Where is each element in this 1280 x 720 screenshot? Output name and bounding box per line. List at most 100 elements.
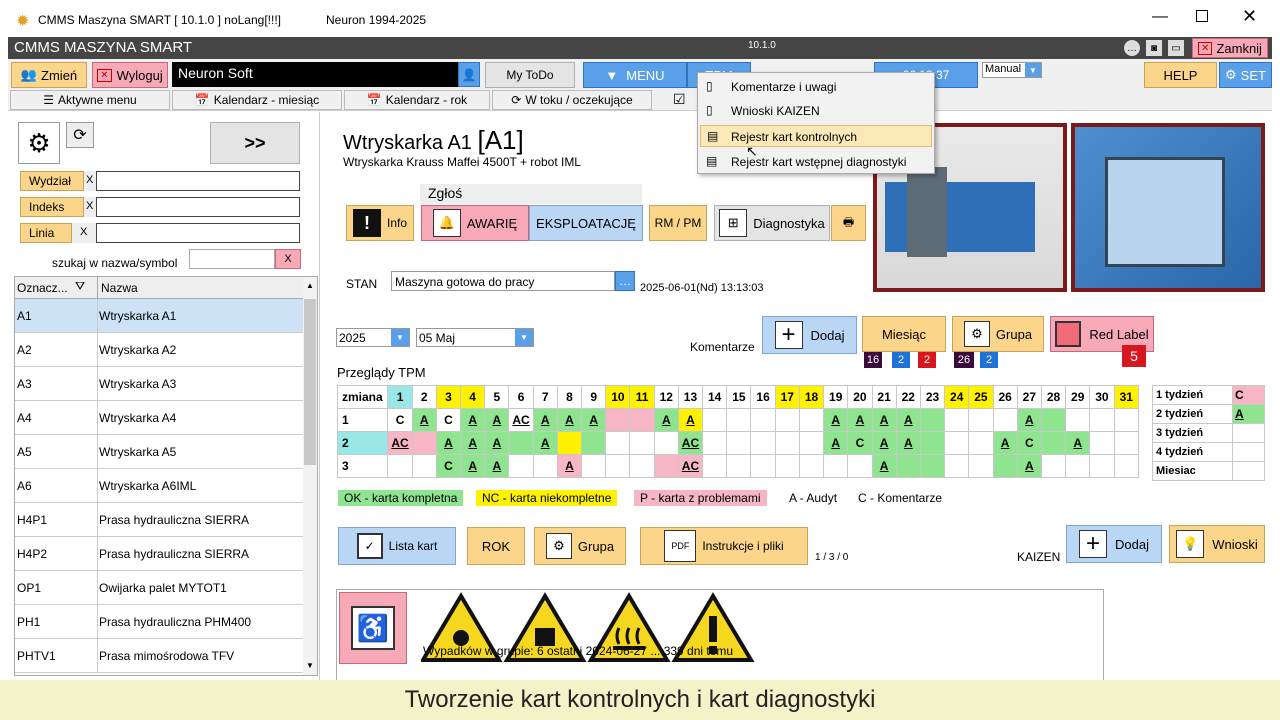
search-input[interactable] — [189, 249, 275, 269]
index-button[interactable]: Indeks — [20, 197, 84, 217]
division-button[interactable]: Wydział — [20, 171, 84, 191]
tpm-cell[interactable] — [726, 454, 752, 478]
list-item[interactable]: A5 Wtryskarka A5 — [15, 435, 303, 469]
tpm-cell[interactable] — [726, 408, 752, 432]
tpm-cell[interactable] — [1089, 454, 1115, 478]
week-value[interactable] — [1232, 423, 1265, 443]
accident-button[interactable]: ♿ — [339, 592, 407, 664]
tpm-cell[interactable]: A — [532, 431, 558, 455]
expand-button[interactable]: >> — [210, 122, 300, 164]
tpm-cell[interactable]: C — [387, 408, 413, 432]
tpm-cell[interactable] — [508, 454, 534, 478]
tpm-cell[interactable]: C — [435, 454, 462, 478]
tpm-cell[interactable]: A — [556, 454, 583, 478]
diagnostics-button[interactable]: ⊞ Diagnostyka — [714, 205, 830, 241]
tpm-cell[interactable]: AC — [677, 431, 704, 455]
proposals-button[interactable]: 💡 Wnioski — [1169, 525, 1265, 563]
tpm-cell[interactable] — [750, 454, 776, 478]
add-kaizen-button[interactable]: + Dodaj — [1066, 525, 1162, 563]
tpm-cell[interactable] — [508, 431, 534, 455]
tpm-cell[interactable]: A — [895, 408, 921, 432]
tpm-cell[interactable] — [968, 431, 994, 455]
bottom-group-button[interactable]: ⚙ Grupa — [534, 527, 626, 565]
tpm-cell[interactable] — [702, 408, 728, 432]
tpm-cell[interactable]: A — [1016, 454, 1042, 478]
week-value[interactable]: C — [1232, 385, 1265, 405]
tpm-cell[interactable] — [581, 431, 607, 455]
help-button[interactable]: HELP — [1144, 62, 1217, 88]
tpm-cell[interactable] — [653, 431, 679, 455]
change-user-button[interactable]: 👥 Zmień — [11, 62, 87, 88]
tpm-cell[interactable]: A — [847, 408, 873, 432]
tpm-cell[interactable]: A — [992, 431, 1018, 455]
tpm-cell[interactable]: AC — [677, 454, 704, 478]
menu-item-comments[interactable]: ▯ Komentarze i uwagi — [700, 75, 932, 97]
tpm-cell[interactable] — [1113, 454, 1140, 478]
tpm-cell[interactable] — [556, 431, 583, 455]
menu-item-kaizen[interactable]: ▯ Wnioski KAIZEN — [700, 99, 932, 121]
tpm-cell[interactable] — [1040, 431, 1067, 455]
tpm-cell[interactable]: A — [823, 408, 849, 432]
list-item[interactable]: A1 Wtryskarka A1 — [15, 299, 303, 333]
month-button[interactable]: Miesiąc — [862, 316, 946, 352]
mytodo-button[interactable]: My ToDo — [485, 62, 575, 88]
tpm-cell[interactable]: A — [532, 408, 558, 432]
tpm-cell[interactable] — [605, 408, 631, 432]
rmpm-button[interactable]: RM / PM — [649, 205, 707, 241]
tpm-cell[interactable] — [895, 454, 921, 478]
tpm-cell[interactable] — [1113, 408, 1140, 432]
tpm-cell[interactable] — [653, 454, 679, 478]
tpm-cell[interactable] — [1065, 408, 1091, 432]
filter-icon[interactable]: ⛛ — [75, 279, 85, 294]
tpm-cell[interactable] — [823, 454, 849, 478]
close-icon[interactable]: ✕ — [1242, 6, 1257, 27]
tpm-cell[interactable] — [798, 454, 825, 478]
minimize-icon[interactable]: — — [1152, 8, 1168, 26]
chat-icon[interactable]: … — [1124, 40, 1140, 56]
tpm-cell[interactable] — [411, 431, 437, 455]
settings-button[interactable]: ⚙ SET — [1219, 62, 1272, 88]
info-button[interactable]: ! Info — [346, 205, 414, 241]
user-icon[interactable]: 👤 — [458, 62, 480, 87]
tpm-cell[interactable]: A — [460, 431, 486, 455]
column-header-name[interactable]: Nazwa — [101, 281, 138, 295]
tpm-cell[interactable]: A — [460, 454, 486, 478]
tpm-cell[interactable]: A — [871, 454, 897, 478]
calendar-year-tab[interactable]: 📅 Kalendarz - rok — [344, 90, 490, 110]
column-header-code[interactable]: Oznacz... — [17, 281, 68, 295]
tpm-cell[interactable] — [798, 431, 825, 455]
scroll-thumb[interactable] — [304, 299, 316, 465]
list-scrollbar[interactable]: ▲ ▼ — [303, 277, 317, 675]
tpm-cell[interactable] — [605, 454, 631, 478]
week-value[interactable] — [1232, 442, 1265, 462]
tpm-cell[interactable] — [1089, 408, 1115, 432]
tpm-cell[interactable] — [774, 408, 800, 432]
tpm-cell[interactable]: C — [435, 408, 462, 432]
tpm-cell[interactable]: AC — [508, 408, 534, 432]
tpm-cell[interactable] — [968, 454, 994, 478]
tpm-cell[interactable] — [992, 454, 1018, 478]
tpm-cell[interactable] — [798, 408, 825, 432]
failure-button[interactable]: 🔔 AWARIĘ — [421, 205, 529, 241]
tpm-cell[interactable] — [605, 431, 631, 455]
tpm-cell[interactable]: A — [871, 431, 897, 455]
list-item[interactable]: H4P2 Prasa hydrauliczna SIERRA — [15, 537, 303, 571]
tpm-cell[interactable] — [774, 454, 800, 478]
refresh-button[interactable]: ⟳ — [66, 122, 94, 148]
line-button[interactable]: Linia — [20, 223, 72, 243]
list-item[interactable]: A2 Wtryskarka A2 — [15, 333, 303, 367]
scroll-up-icon[interactable]: ▲ — [306, 281, 314, 290]
tpm-cell[interactable]: A — [581, 408, 607, 432]
search-clear-button[interactable]: X — [275, 249, 301, 269]
list-item[interactable]: OP1 Owijarka palet MYTOT1 — [15, 571, 303, 605]
list-item[interactable]: A3 Wtryskarka A3 — [15, 367, 303, 401]
week-value[interactable]: A — [1232, 404, 1265, 424]
mode-select[interactable]: Manual ▼ — [982, 62, 1042, 78]
instructions-button[interactable]: PDF Instrukcje i pliki — [640, 527, 808, 565]
list-item[interactable]: A6 Wtryskarka A6IML — [15, 469, 303, 503]
month-select[interactable]: 05 Maj ▼ — [416, 328, 534, 347]
tpm-cell[interactable]: C — [847, 431, 873, 455]
tpm-cell[interactable] — [847, 454, 873, 478]
tpm-cell[interactable] — [919, 431, 946, 455]
tpm-cell[interactable] — [1089, 431, 1115, 455]
